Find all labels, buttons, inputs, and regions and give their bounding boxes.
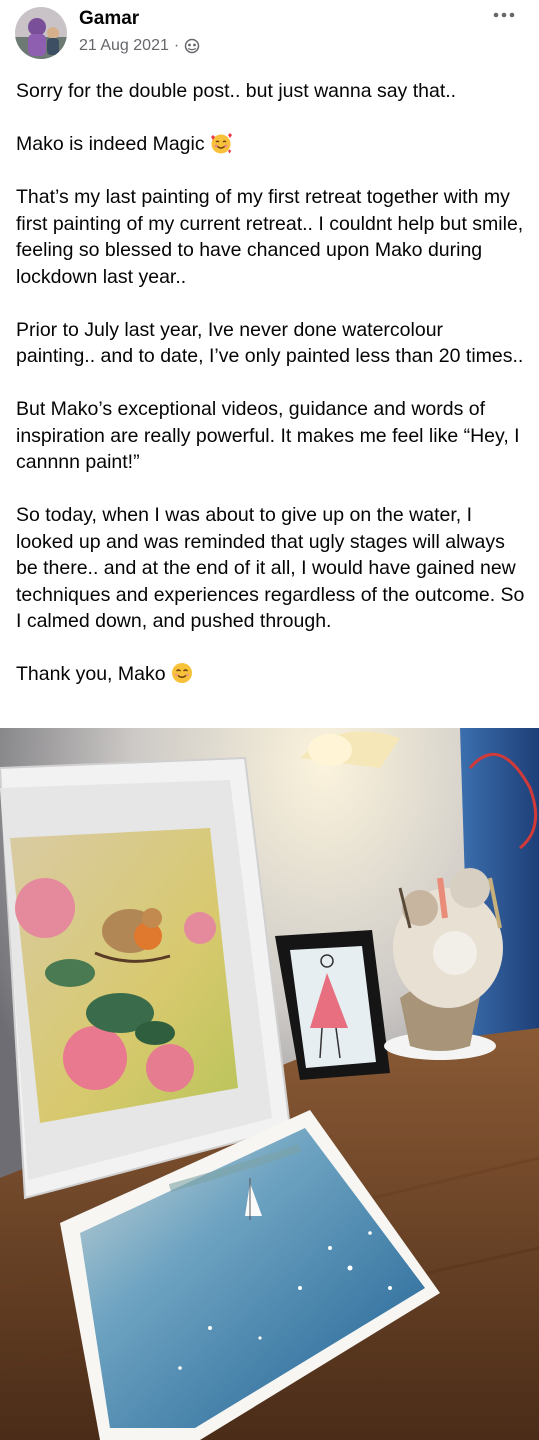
post-header: Gamar 21 Aug 2021 ·	[0, 0, 539, 70]
post-paragraph-1-text: Sorry for the double post.. but just wan…	[16, 80, 457, 102]
post-date[interactable]: 21 Aug 2021	[79, 37, 169, 55]
post-photo-image	[0, 728, 539, 1440]
post-paragraph-3: That’s my last painting of my first retr…	[16, 186, 524, 288]
post-paragraph-4: Prior to July last year, Ive never done …	[16, 318, 524, 368]
post-paragraph-7-text: Thank you, Mako	[16, 663, 166, 685]
smiling-face-emoji	[171, 663, 192, 683]
post-paragraph-1: Sorry for the double post.. but just wan…	[16, 78, 526, 105]
post-text: Sorry for the double post.. but just wan…	[16, 78, 526, 714]
post-paragraph-5: But Mako’s exceptional videos, guidance …	[16, 398, 520, 473]
smiling-face-with-hearts-emoji	[210, 133, 232, 154]
post-paragraph-6: So today, when I was about to give up on…	[16, 504, 525, 632]
post-paragraph-7: Thank you, Mako	[16, 661, 526, 688]
more-options-icon	[493, 12, 515, 18]
post-paragraph-2: Mako is indeed Magic	[16, 131, 526, 158]
globe-icon[interactable]	[184, 38, 200, 54]
post-paragraph-2-text: Mako is indeed Magic	[16, 133, 205, 155]
post-photo[interactable]	[0, 728, 539, 1440]
more-options-button[interactable]	[491, 4, 517, 26]
author-avatar[interactable]	[15, 7, 67, 59]
author-name[interactable]: Gamar	[79, 8, 139, 30]
post-meta: 21 Aug 2021 ·	[79, 37, 200, 55]
avatar-photo	[15, 7, 67, 59]
meta-separator: ·	[173, 37, 180, 54]
